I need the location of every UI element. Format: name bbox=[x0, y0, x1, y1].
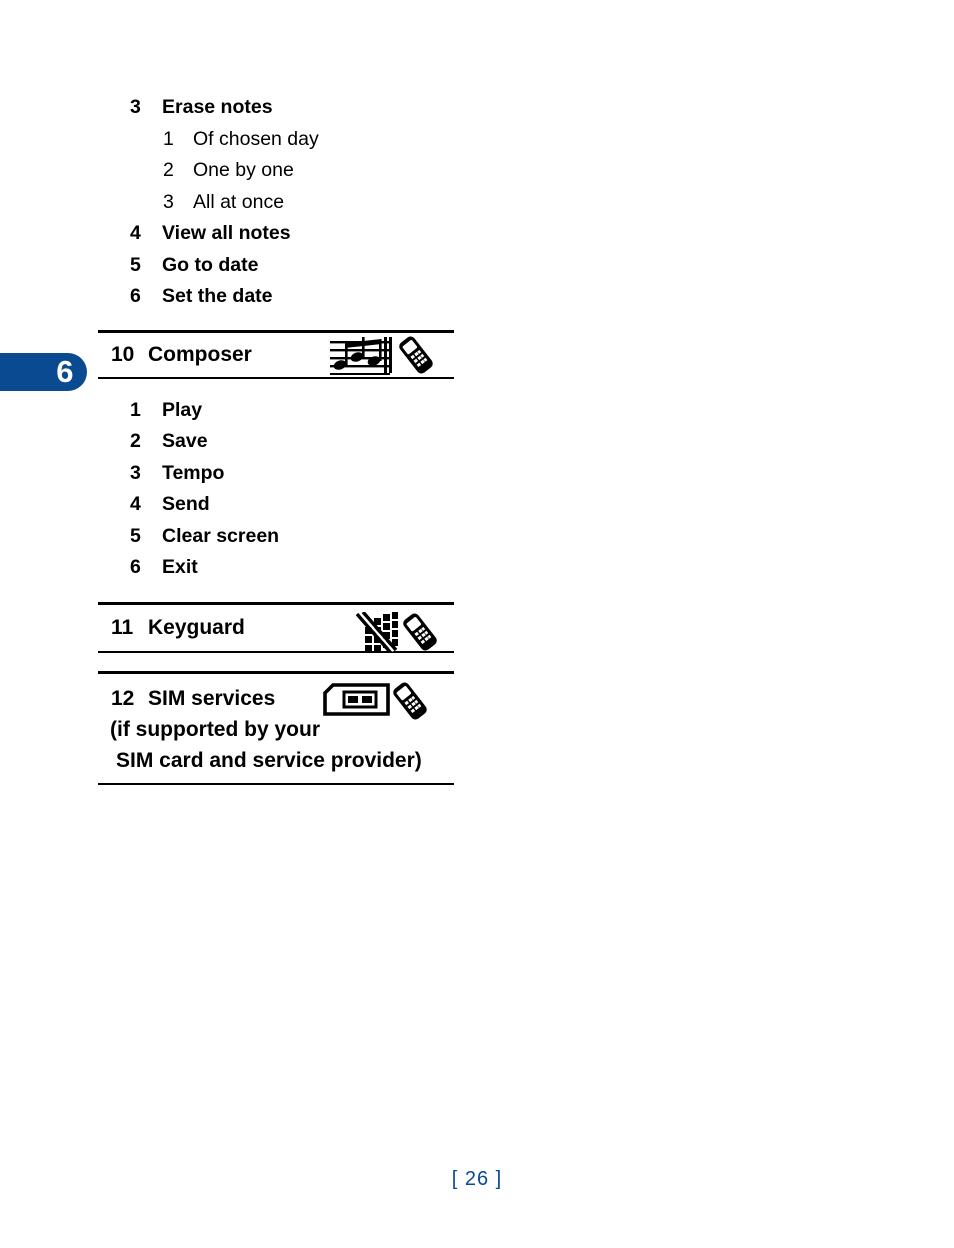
list-item-label: Play bbox=[162, 398, 203, 421]
list-item-number: 4 bbox=[130, 493, 141, 515]
list-item: 5 Go to date bbox=[98, 250, 454, 282]
phone-icon bbox=[389, 680, 431, 722]
page-number: [ 26 ] bbox=[0, 1168, 954, 1191]
list-item: 6 Exit bbox=[98, 552, 454, 584]
section-subtitle-line2: (if supported by your bbox=[110, 717, 320, 741]
list-item: 3 Erase notes bbox=[98, 92, 454, 124]
section-sim-services: 12 SIM services (if supported by your SI… bbox=[98, 670, 454, 785]
list-item: 2 One by one bbox=[98, 155, 454, 187]
section-rule-bottom bbox=[98, 782, 454, 785]
list-item-number: 4 bbox=[130, 222, 141, 244]
list-item-label: View all notes bbox=[162, 222, 291, 244]
list-item-number: 1 bbox=[163, 127, 174, 150]
list-item: 5 Clear screen bbox=[98, 521, 454, 553]
keypad-locked-icon bbox=[356, 611, 402, 652]
list-item-label: Send bbox=[162, 493, 210, 515]
section-number: 10 bbox=[111, 342, 135, 366]
list-item: 1 Of chosen day bbox=[98, 124, 454, 156]
section-title: Keyguard bbox=[148, 615, 245, 639]
list-item-number: 2 bbox=[163, 159, 174, 181]
list-item-label: Erase notes bbox=[162, 96, 273, 118]
list-item-label: Tempo bbox=[162, 461, 225, 484]
list-item-label: Go to date bbox=[162, 253, 259, 276]
list-item-label: Of chosen day bbox=[193, 127, 319, 150]
list-item: 3 All at once bbox=[98, 187, 454, 219]
list-item: 6 Set the date bbox=[98, 281, 454, 313]
list-item: 1 Play bbox=[98, 395, 454, 427]
section-composer: 10 Composer 1 Play 2 Save 3 Tempo 4 Send… bbox=[98, 329, 454, 584]
section-number: 12 bbox=[111, 686, 135, 710]
phone-icon bbox=[399, 611, 441, 653]
music-staff-icon bbox=[330, 335, 397, 375]
list-item-number: 1 bbox=[130, 398, 141, 421]
section-keyguard: 11 Keyguard bbox=[98, 601, 454, 653]
list-item-number: 3 bbox=[130, 461, 141, 484]
section-header-icons bbox=[356, 611, 441, 653]
list-item-number: 3 bbox=[163, 190, 174, 213]
list-item: 4 View all notes bbox=[98, 218, 454, 250]
list-item: 2 Save bbox=[98, 426, 454, 458]
page-content: 3 Erase notes 1 Of chosen day 2 One by o… bbox=[98, 0, 454, 785]
list-item-label: All at once bbox=[193, 190, 285, 213]
list-item-label: Clear screen bbox=[162, 524, 280, 547]
phone-icon bbox=[395, 334, 437, 376]
list-item-label: Save bbox=[162, 430, 208, 452]
page-number-text: [ 26 ] bbox=[451, 1168, 503, 1190]
list-item: 4 Send bbox=[98, 489, 454, 521]
list-item-label: One by one bbox=[193, 159, 294, 181]
section-number: 11 bbox=[111, 615, 134, 639]
list-item-label: Exit bbox=[162, 556, 198, 578]
section-title: Composer bbox=[148, 342, 252, 366]
list-item-number: 2 bbox=[130, 430, 141, 452]
section-header-icons bbox=[322, 680, 431, 722]
section-header-icons bbox=[330, 334, 437, 376]
composer-options-list: 1 Play 2 Save 3 Tempo 4 Send 5 Clear scr… bbox=[98, 379, 454, 584]
list-item: 3 Tempo bbox=[98, 458, 454, 490]
list-item-number: 5 bbox=[130, 524, 141, 547]
list-item-number: 3 bbox=[130, 96, 141, 118]
list-item-label: Set the date bbox=[162, 285, 273, 307]
chapter-tab-number: 6 bbox=[56, 354, 73, 389]
calendar-options-list: 3 Erase notes 1 Of chosen day 2 One by o… bbox=[98, 0, 454, 313]
list-item-number: 5 bbox=[130, 253, 141, 276]
section-title-line-3: SIM card and service provider) bbox=[98, 745, 454, 776]
section-subtitle-line3: SIM card and service provider) bbox=[116, 748, 422, 772]
section-title: SIM services bbox=[148, 686, 276, 710]
chapter-tab: 6 bbox=[0, 353, 87, 391]
sim-card-icon bbox=[322, 682, 394, 720]
list-item-number: 6 bbox=[130, 285, 141, 307]
list-item-number: 6 bbox=[130, 556, 141, 578]
